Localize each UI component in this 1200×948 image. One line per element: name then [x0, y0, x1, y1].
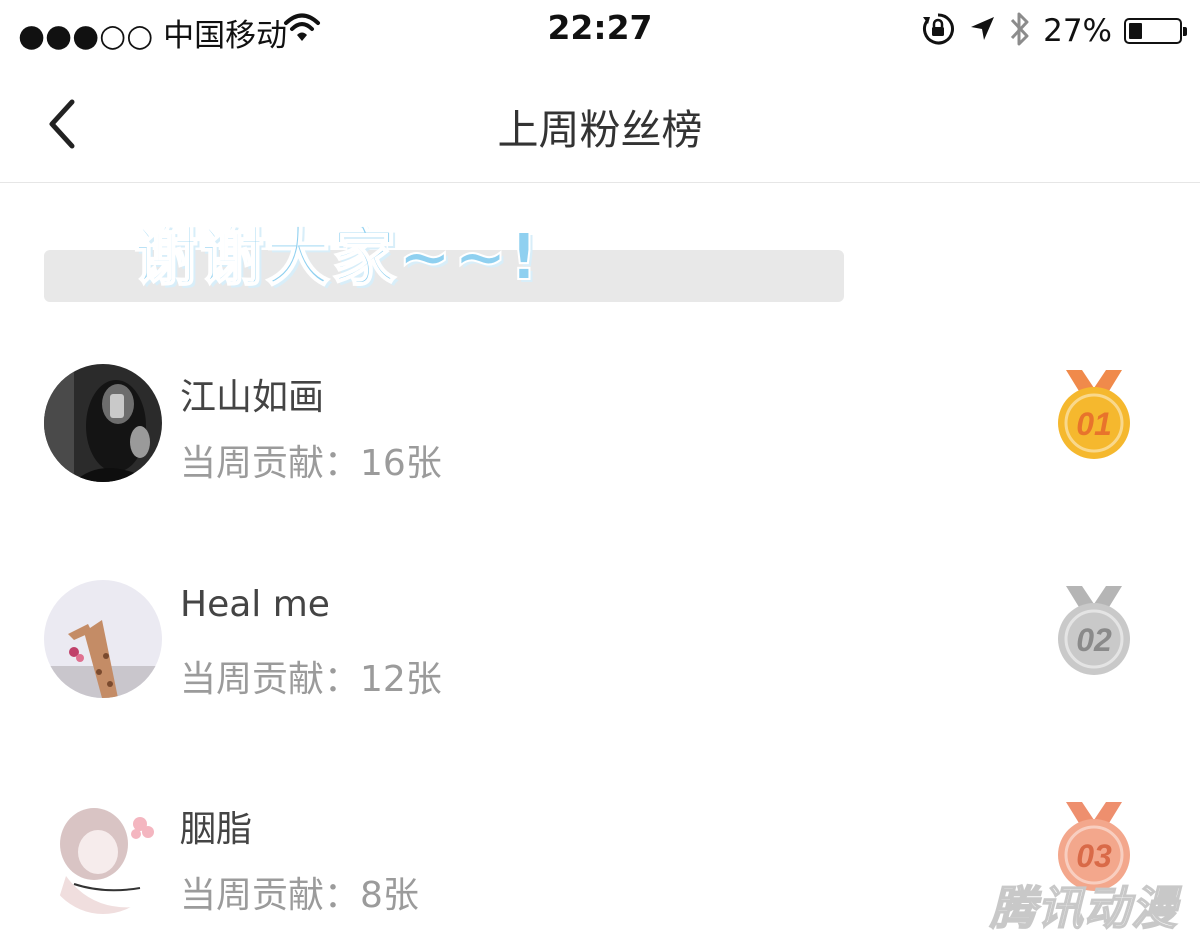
medal-rank-label: 02 — [1076, 622, 1112, 658]
rotation-lock-icon — [921, 12, 955, 50]
medal-rank-label: 01 — [1076, 406, 1112, 442]
thanks-banner: 谢谢大家~~! — [133, 220, 541, 296]
bluetooth-icon — [1009, 10, 1031, 52]
fan-list-item-2[interactable]: Heal me 当周贡献：12张 02 — [0, 580, 1200, 730]
battery-tip — [1183, 27, 1187, 36]
fan-contribution: 当周贡献：8张 — [180, 875, 419, 916]
fan-name: 江山如画 — [180, 377, 325, 418]
avatar[interactable] — [44, 364, 162, 482]
page-title: 上周粉丝榜 — [497, 106, 703, 154]
fan-name: Heal me — [180, 584, 330, 625]
avatar[interactable] — [44, 796, 162, 914]
nav-bar: 上周粉丝榜 — [0, 64, 1200, 183]
fan-list-item-1[interactable]: 江山如画 当周贡献：16张 01 — [0, 364, 1200, 514]
fan-contribution: 当周贡献：16张 — [180, 443, 442, 484]
gold-medal-icon: 01 — [1056, 368, 1132, 464]
medal-rank-label: 03 — [1076, 838, 1112, 874]
battery-icon — [1124, 18, 1187, 44]
location-arrow-icon — [967, 14, 997, 48]
tencent-comics-watermark: 腾讯动漫 — [989, 880, 1178, 936]
fan-contribution: 当周贡献：12张 — [180, 659, 442, 700]
silver-medal-icon: 02 — [1056, 584, 1132, 680]
battery-level — [1129, 23, 1142, 39]
status-bar: ●●●○○ 中国移动 22:27 27% — [0, 0, 1200, 64]
avatar[interactable] — [44, 580, 162, 698]
fan-name: 胭脂 — [180, 809, 253, 850]
battery-percent: 27% — [1043, 13, 1112, 49]
